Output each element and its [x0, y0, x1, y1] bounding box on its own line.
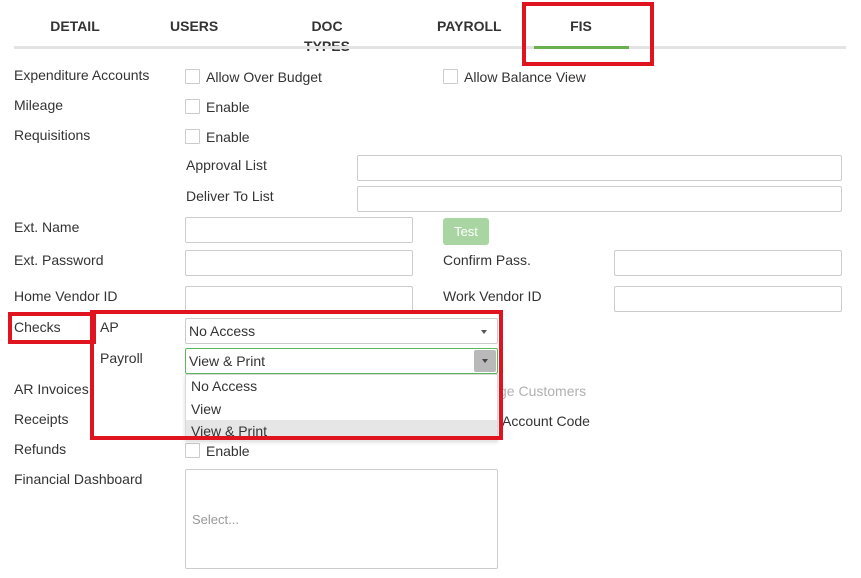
requisitions-label: Requisitions [14, 127, 91, 143]
fis-tab-highlight [522, 2, 654, 66]
receipts-label: Receipts [14, 411, 69, 427]
financial-dashboard-placeholder: Select... [192, 512, 239, 527]
test-button[interactable]: Test [443, 218, 489, 245]
work-vendor-id-input[interactable] [614, 286, 842, 312]
tab-doc-types[interactable]: DOC TYPES [288, 16, 366, 54]
allow-balance-view-label: Allow Balance View [464, 69, 586, 85]
requisitions-enable-checkbox[interactable] [185, 129, 200, 144]
tab-users[interactable]: USERS [170, 16, 218, 36]
checks-selects-highlight [90, 310, 503, 440]
receipts-partial-label: Account Code [502, 413, 590, 429]
tab-payroll[interactable]: PAYROLL [437, 16, 502, 36]
allow-over-budget-label: Allow Over Budget [206, 69, 322, 85]
ext-name-label: Ext. Name [14, 219, 80, 235]
requisitions-enable-label: Enable [206, 129, 250, 145]
mileage-label: Mileage [14, 97, 64, 113]
confirm-pass-input[interactable] [614, 250, 842, 276]
tab-detail[interactable]: DETAIL [50, 16, 100, 36]
deliver-to-list-label: Deliver To List [186, 188, 274, 204]
refunds-enable-checkbox[interactable] [185, 443, 200, 458]
home-vendor-id-label: Home Vendor ID [14, 288, 118, 304]
ar-invoices-partial-label: ge Customers [499, 383, 587, 399]
mileage-enable-checkbox[interactable] [185, 99, 200, 114]
ext-name-input[interactable] [185, 217, 413, 243]
ext-password-label: Ext. Password [14, 252, 104, 268]
mileage-enable-label: Enable [206, 99, 250, 115]
allow-balance-view-checkbox[interactable] [443, 69, 458, 84]
ext-password-input[interactable] [185, 250, 413, 276]
confirm-pass-label: Confirm Pass. [443, 252, 531, 268]
home-vendor-id-input[interactable] [185, 286, 413, 312]
ar-invoices-label: AR Invoices [14, 381, 89, 397]
tab-divider [14, 46, 846, 49]
financial-dashboard-select[interactable]: Select... [185, 469, 498, 569]
financial-dashboard-label: Financial Dashboard [14, 471, 143, 487]
deliver-to-list-input[interactable] [357, 186, 842, 212]
work-vendor-id-label: Work Vendor ID [443, 288, 542, 304]
expenditure-accounts-label: Expenditure Accounts [14, 67, 150, 83]
approval-list-label: Approval List [186, 157, 267, 173]
checks-label-highlight [8, 312, 96, 344]
refunds-label: Refunds [14, 441, 67, 457]
approval-list-input[interactable] [357, 155, 842, 181]
refunds-enable-label: Enable [206, 443, 250, 459]
allow-over-budget-checkbox[interactable] [185, 69, 200, 84]
